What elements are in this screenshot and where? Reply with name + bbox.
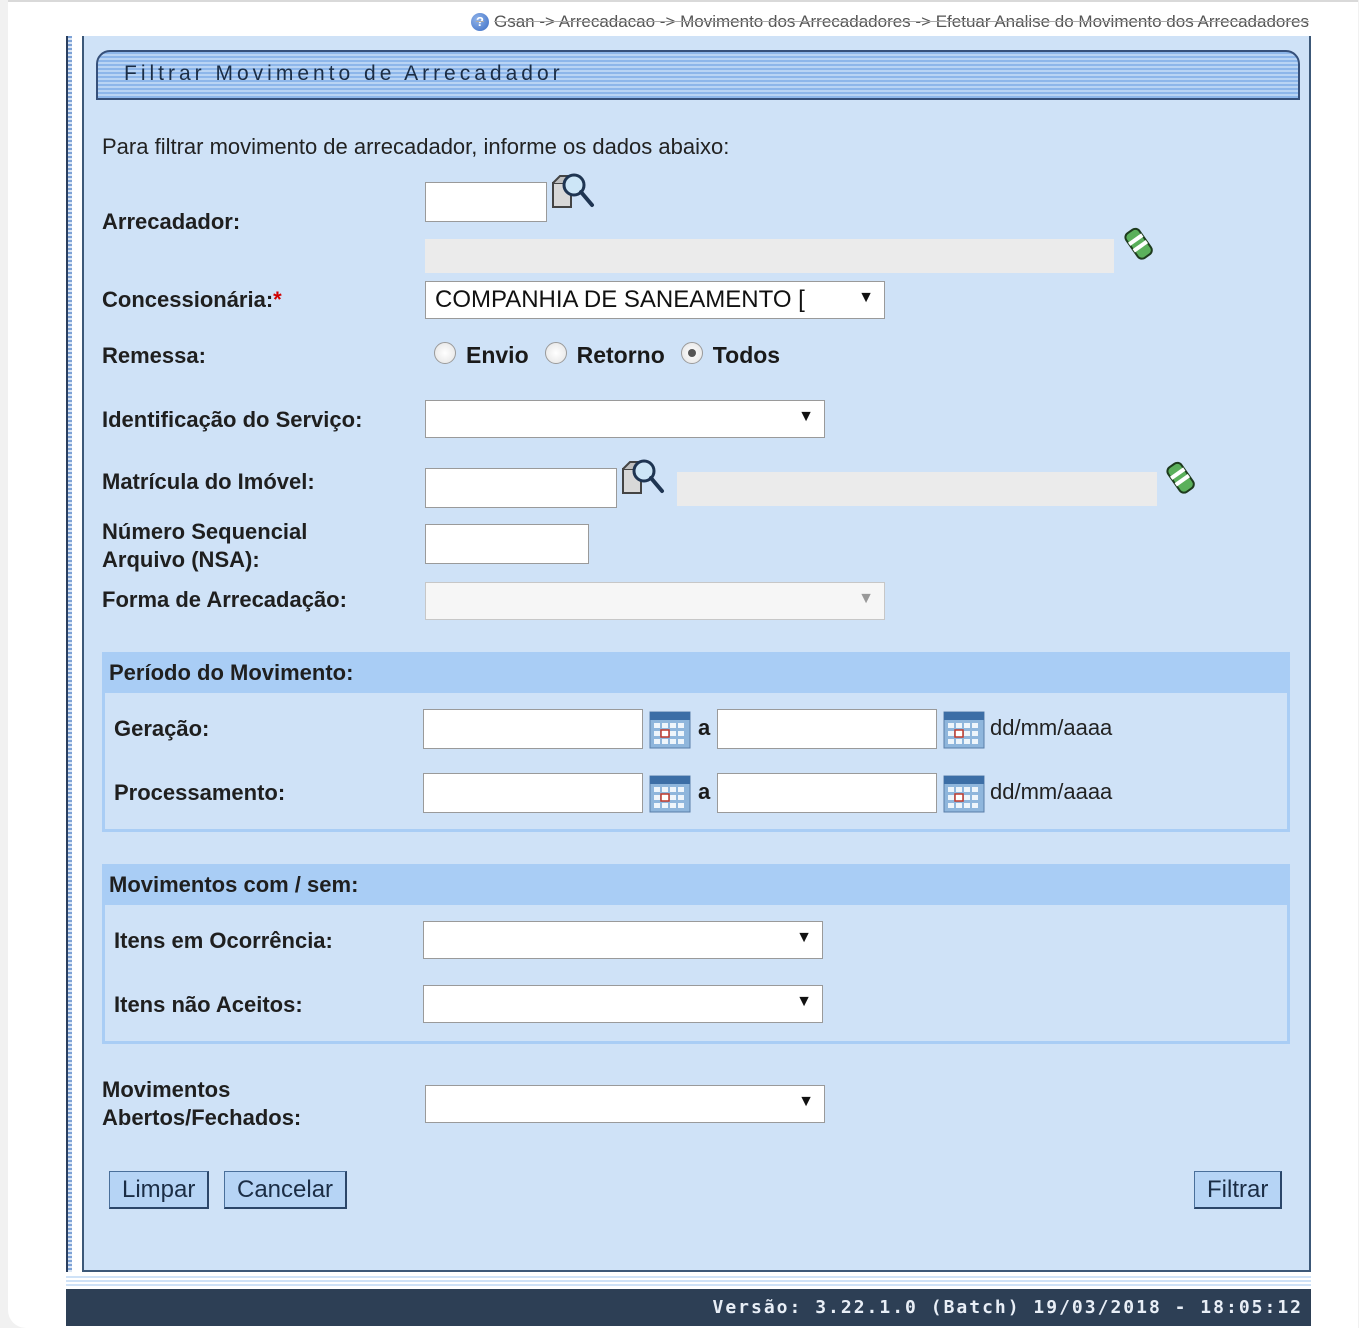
left-rule xyxy=(66,36,72,1272)
movimentos-header: Movimentos com / sem: xyxy=(105,867,1287,905)
calendar-icon[interactable] xyxy=(649,775,691,813)
page-title: Filtrar Movimento de Arrecadador xyxy=(124,62,564,85)
chevron-down-icon: ▼ xyxy=(796,993,812,1010)
processamento-to-input[interactable] xyxy=(717,773,937,813)
itens-ocorrencia-select[interactable]: ▼ xyxy=(423,921,823,959)
abertos-fechados-select[interactable]: ▼ xyxy=(425,1085,825,1123)
remessa-radio-group: Envio Retorno Todos xyxy=(434,341,796,369)
breadcrumb-text: Gsan -> Arrecadacao -> Movimento dos Arr… xyxy=(493,12,1309,31)
filtrar-button[interactable]: Filtrar xyxy=(1194,1171,1283,1209)
chevron-down-icon: ▼ xyxy=(796,929,812,946)
chevron-down-icon: ▼ xyxy=(798,408,814,425)
geracao-separator: a xyxy=(698,715,711,740)
concessionaria-label-text: Concessionária: xyxy=(102,287,274,312)
arrecadador-description xyxy=(425,239,1114,273)
nsa-label-line2: Arquivo (NSA): xyxy=(102,547,260,572)
radio-todos[interactable]: Todos xyxy=(680,341,781,369)
processamento-format-hint: dd/mm/aaaa xyxy=(990,779,1113,804)
identificacao-servico-label: Identificação do Serviço: xyxy=(102,407,363,432)
geracao-label: Geração: xyxy=(114,716,210,741)
processamento-separator: a xyxy=(698,779,711,804)
nsa-input[interactable] xyxy=(425,524,589,564)
required-mark: * xyxy=(273,287,282,312)
version-footer: Versão: 3.22.1.0 (Batch) 19/03/2018 - 18… xyxy=(66,1289,1311,1326)
identificacao-servico-select[interactable]: ▼ xyxy=(425,400,825,438)
abertos-fechados-label-line2: Abertos/Fechados: xyxy=(102,1105,302,1130)
arrecadador-input[interactable] xyxy=(425,182,547,222)
calendar-icon[interactable] xyxy=(649,711,691,749)
concessionaria-value: COMPANHIA DE SANEAMENTO [ xyxy=(435,286,805,313)
concessionaria-label: Concessionária:* xyxy=(102,286,282,314)
radio-retorno[interactable]: Retorno xyxy=(544,341,665,369)
chevron-down-icon: ▼ xyxy=(858,289,874,306)
geracao-from-input[interactable] xyxy=(423,709,643,749)
itens-nao-aceitos-label: Itens não Aceitos: xyxy=(114,992,303,1017)
nsa-label-line1: Número Sequencial xyxy=(102,519,308,544)
matricula-imovel-input[interactable] xyxy=(425,468,617,508)
radio-envio[interactable]: Envio xyxy=(434,341,529,369)
movimentos-group: Movimentos com / sem: Itens em Ocorrênci… xyxy=(102,864,1290,1044)
arrecadador-search-icon[interactable] xyxy=(550,168,598,214)
matricula-search-icon[interactable] xyxy=(620,454,668,500)
limpar-button[interactable]: Limpar xyxy=(109,1171,210,1209)
footer-band xyxy=(66,1276,1311,1288)
remessa-label: Remessa: xyxy=(102,343,206,368)
matricula-clear-icon[interactable] xyxy=(1162,458,1202,498)
radio-envio-dot[interactable] xyxy=(434,341,456,364)
chevron-down-icon: ▼ xyxy=(798,1093,814,1110)
calendar-icon[interactable] xyxy=(943,775,985,813)
nsa-label: Número Sequencial Arquivo (NSA): xyxy=(102,518,307,574)
periodo-header: Período do Movimento: xyxy=(105,655,1287,693)
help-icon[interactable]: ? xyxy=(470,13,489,31)
cancelar-button[interactable]: Cancelar xyxy=(224,1171,348,1209)
calendar-icon[interactable] xyxy=(943,711,985,749)
arrecadador-clear-icon[interactable] xyxy=(1120,224,1160,264)
itens-nao-aceitos-select[interactable]: ▼ xyxy=(423,985,823,1023)
matricula-imovel-label: Matrícula do Imóvel: xyxy=(102,469,315,494)
periodo-group: Período do Movimento: Geração: a dd/mm/a… xyxy=(102,652,1290,832)
radio-envio-label: Envio xyxy=(466,342,529,368)
itens-ocorrencia-label: Itens em Ocorrência: xyxy=(114,928,333,953)
geracao-format-hint: dd/mm/aaaa xyxy=(990,715,1113,740)
title-bar: Filtrar Movimento de Arrecadador xyxy=(96,50,1300,100)
radio-retorno-label: Retorno xyxy=(576,342,665,368)
abertos-fechados-label: Movimentos Abertos/Fechados: xyxy=(102,1076,301,1132)
processamento-label: Processamento: xyxy=(114,780,286,805)
chevron-down-icon: ▼ xyxy=(858,590,874,607)
forma-arrecadacao-select[interactable]: ▼ xyxy=(425,582,885,620)
matricula-imovel-description xyxy=(677,472,1157,506)
forma-arrecadacao-label: Forma de Arrecadação: xyxy=(102,587,347,612)
intro-text: Para filtrar movimento de arrecadador, i… xyxy=(102,134,730,159)
breadcrumb: ? Gsan -> Arrecadacao -> Movimento dos A… xyxy=(470,12,1309,32)
radio-todos-dot[interactable] xyxy=(680,341,703,364)
radio-retorno-dot[interactable] xyxy=(544,341,567,364)
abertos-fechados-label-line1: Movimentos xyxy=(102,1077,231,1102)
filter-panel: Filtrar Movimento de Arrecadador Para fi… xyxy=(82,36,1311,1272)
processamento-from-input[interactable] xyxy=(423,773,643,813)
arrecadador-label: Arrecadador: xyxy=(102,209,241,234)
geracao-to-input[interactable] xyxy=(717,709,937,749)
radio-todos-label: Todos xyxy=(712,342,781,368)
concessionaria-select[interactable]: COMPANHIA DE SANEAMENTO [ ▼ xyxy=(425,281,885,319)
